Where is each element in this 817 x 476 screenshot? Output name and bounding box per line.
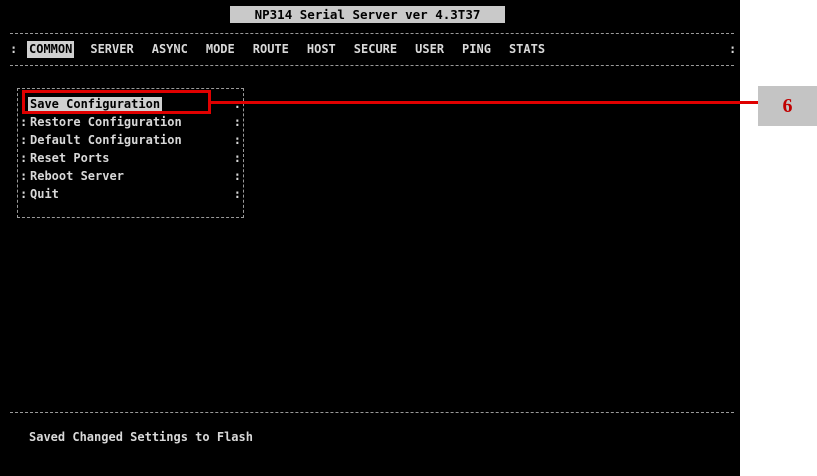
menu-item-server[interactable]: SERVER	[88, 41, 135, 58]
menu-option-quit[interactable]: Quit	[30, 187, 59, 202]
menu-option-reboot-server[interactable]: Reboot Server	[30, 169, 124, 184]
menu-item-user[interactable]: USER	[413, 41, 446, 58]
annotation-highlight-box	[22, 90, 211, 114]
menu-option-default-configuration[interactable]: Default Configuration	[30, 133, 182, 148]
window-title: NP314 Serial Server ver 4.3T37	[230, 6, 505, 23]
menu-item-mode[interactable]: MODE	[204, 41, 237, 58]
menu-item-route[interactable]: ROUTE	[251, 41, 291, 58]
menu-option-restore-configuration[interactable]: Restore Configuration	[30, 115, 182, 130]
annotation-callout-number: 6	[758, 86, 817, 126]
menu-option-reset-ports[interactable]: Reset Ports	[30, 151, 109, 166]
annotation-callout-line	[211, 101, 758, 104]
menubar-left-border: :	[10, 42, 18, 56]
menubar-right-border: :	[729, 42, 737, 56]
status-top-rule	[10, 412, 734, 413]
menubar-bottom-rule	[10, 65, 734, 66]
menu-item-stats[interactable]: STATS	[507, 41, 547, 58]
menu-item-secure[interactable]: SECURE	[352, 41, 399, 58]
menu-item-ping[interactable]: PING	[460, 41, 493, 58]
menu-item-host[interactable]: HOST	[305, 41, 338, 58]
terminal-window: NP314 Serial Server ver 4.3T37 : : COMMO…	[0, 0, 740, 476]
status-message: Saved Changed Settings to Flash	[29, 430, 253, 444]
menu-item-common[interactable]: COMMON	[27, 41, 75, 58]
menu-item-async[interactable]: ASYNC	[150, 41, 190, 58]
menubar: COMMON SERVER ASYNC MODE ROUTE HOST SECU…	[27, 41, 547, 58]
menubar-top-rule	[10, 33, 734, 34]
